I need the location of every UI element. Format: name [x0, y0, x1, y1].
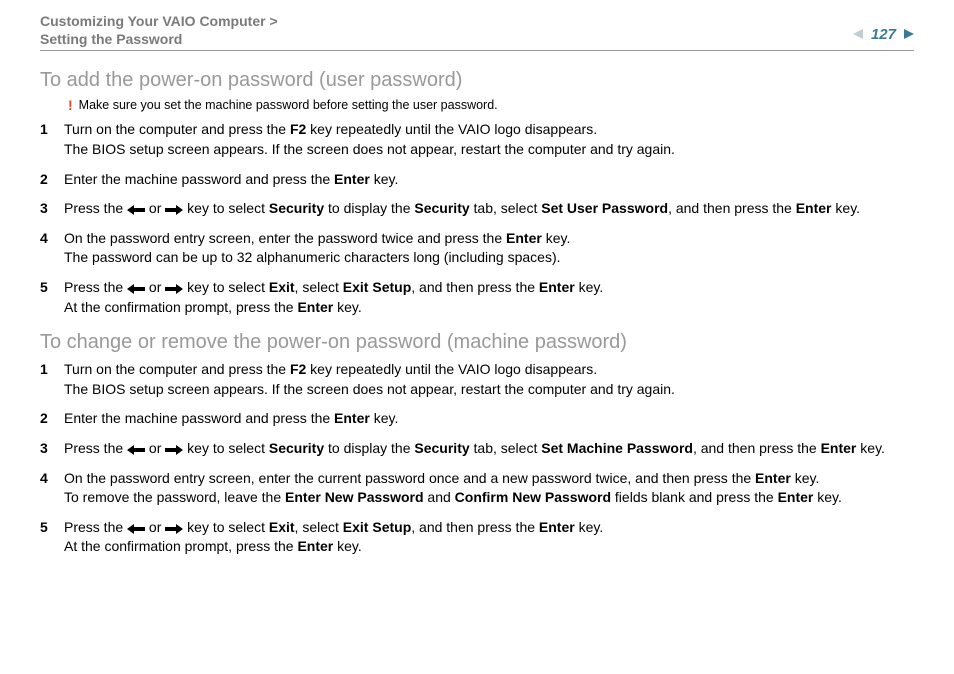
breadcrumb-line2: Setting the Password: [40, 30, 278, 48]
section1-heading: To add the power-on password (user passw…: [40, 69, 914, 92]
step-number: 2: [40, 170, 64, 190]
step-number: 5: [40, 278, 64, 298]
breadcrumb: Customizing Your VAIO Computer > Setting…: [40, 12, 278, 48]
right-arrow-icon: [165, 524, 183, 534]
step-number: 1: [40, 360, 64, 380]
right-arrow-icon: [165, 284, 183, 294]
warning-row: ! Make sure you set the machine password…: [68, 98, 914, 112]
step-text: Press the or key to select Exit, select …: [64, 278, 914, 317]
right-arrow-icon: [165, 445, 183, 455]
document-page: Customizing Your VAIO Computer > Setting…: [0, 0, 954, 587]
step-text: Press the or key to select Security to d…: [64, 439, 914, 459]
step-text: Press the or key to select Security to d…: [64, 199, 914, 219]
step-item: 2Enter the machine password and press th…: [40, 170, 914, 190]
prev-page-icon[interactable]: [853, 27, 865, 43]
step-number: 3: [40, 439, 64, 459]
left-arrow-icon: [127, 445, 145, 455]
section1-steps: 1Turn on the computer and press the F2 k…: [40, 120, 914, 317]
left-arrow-icon: [127, 284, 145, 294]
step-text: Enter the machine password and press the…: [64, 409, 914, 429]
right-arrow-icon: [165, 205, 183, 215]
step-item: 5Press the or key to select Exit, select…: [40, 278, 914, 317]
step-item: 4On the password entry screen, enter the…: [40, 229, 914, 268]
step-number: 4: [40, 469, 64, 489]
step-text: Turn on the computer and press the F2 ke…: [64, 120, 914, 159]
step-item: 1Turn on the computer and press the F2 k…: [40, 120, 914, 159]
step-text: Enter the machine password and press the…: [64, 170, 914, 190]
step-text: On the password entry screen, enter the …: [64, 469, 914, 508]
step-text: On the password entry screen, enter the …: [64, 229, 914, 268]
left-arrow-icon: [127, 524, 145, 534]
step-item: 4On the password entry screen, enter the…: [40, 469, 914, 508]
page-nav: 127: [853, 26, 914, 43]
next-page-icon[interactable]: [902, 27, 914, 43]
step-number: 4: [40, 229, 64, 249]
step-item: 5Press the or key to select Exit, select…: [40, 518, 914, 557]
step-item: 3Press the or key to select Security to …: [40, 199, 914, 219]
step-number: 3: [40, 199, 64, 219]
step-number: 2: [40, 409, 64, 429]
section2-steps: 1Turn on the computer and press the F2 k…: [40, 360, 914, 557]
step-text: Press the or key to select Exit, select …: [64, 518, 914, 557]
step-item: 2Enter the machine password and press th…: [40, 409, 914, 429]
breadcrumb-line1: Customizing Your VAIO Computer >: [40, 12, 278, 30]
step-item: 1Turn on the computer and press the F2 k…: [40, 360, 914, 399]
step-number: 5: [40, 518, 64, 538]
warning-text: Make sure you set the machine password b…: [79, 98, 498, 112]
page-number: 127: [871, 26, 896, 43]
left-arrow-icon: [127, 205, 145, 215]
step-number: 1: [40, 120, 64, 140]
warning-icon: !: [68, 98, 73, 112]
step-item: 3Press the or key to select Security to …: [40, 439, 914, 459]
page-header: Customizing Your VAIO Computer > Setting…: [40, 12, 914, 51]
section2-heading: To change or remove the power-on passwor…: [40, 331, 914, 354]
step-text: Turn on the computer and press the F2 ke…: [64, 360, 914, 399]
